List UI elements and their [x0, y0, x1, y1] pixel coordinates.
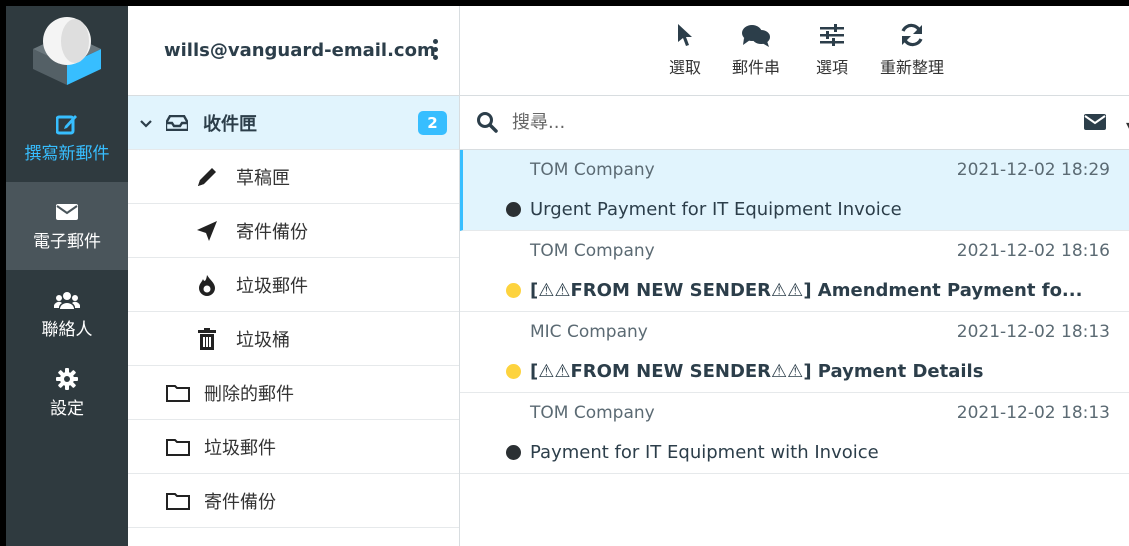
- folder-drafts[interactable]: 草稿匣: [128, 150, 459, 204]
- folder-icon: [166, 438, 190, 456]
- fire-icon: [198, 274, 216, 296]
- options-button[interactable]: 選項: [816, 22, 848, 78]
- users-icon: [54, 289, 80, 311]
- folder-sent[interactable]: 寄件備份: [128, 204, 459, 258]
- account-header: wills@vanguard-email.com: [128, 6, 459, 96]
- message-date: 2021-12-02 18:29: [956, 160, 1110, 180]
- read-status-icon[interactable]: [506, 202, 521, 217]
- folder-label: 收件匣: [203, 113, 257, 135]
- message-date: 2021-12-02 18:16: [956, 241, 1110, 261]
- message-subject: [⚠⚠FROM NEW SENDER⚠⚠] Payment Details: [530, 361, 984, 382]
- unread-status-icon[interactable]: [506, 283, 521, 298]
- folder-label: 草稿匣: [236, 167, 290, 189]
- account-menu-icon[interactable]: [433, 39, 438, 60]
- account-email: wills@vanguard-email.com: [164, 40, 436, 61]
- folder-junk-email[interactable]: 垃圾郵件: [128, 420, 459, 474]
- folder-label: 垃圾郵件: [204, 437, 276, 459]
- message-sender: TOM Company: [530, 403, 655, 423]
- contacts-label: 聯絡人: [41, 319, 93, 340]
- message-subject: Payment for IT Equipment with Invoice: [530, 442, 879, 463]
- select-button[interactable]: 選取: [669, 22, 701, 78]
- search-bar: ▾: [460, 96, 1129, 150]
- message-subject: Urgent Payment for IT Equipment Invoice: [530, 199, 902, 220]
- paper-plane-icon: [196, 220, 218, 242]
- folder-trash[interactable]: 垃圾桶: [128, 312, 459, 366]
- folder-label: 垃圾桶: [236, 329, 290, 351]
- message-date: 2021-12-02 18:13: [956, 403, 1110, 423]
- refresh-label: 重新整理: [880, 58, 945, 77]
- select-label: 選取: [669, 58, 702, 77]
- sliders-icon: [820, 22, 844, 48]
- chevron-down-icon[interactable]: [140, 112, 152, 133]
- folder-label: 寄件備份: [204, 491, 276, 513]
- message-date: 2021-12-02 18:13: [956, 322, 1110, 342]
- refresh-icon: [900, 22, 924, 48]
- nav-mail[interactable]: 電子郵件: [6, 182, 128, 270]
- gear-icon: [56, 367, 78, 390]
- compose-label: 撰寫新郵件: [24, 143, 110, 164]
- folder-icon: [166, 384, 190, 402]
- trash-icon: [198, 327, 216, 350]
- compose-button[interactable]: 撰寫新郵件: [6, 94, 128, 182]
- message-row[interactable]: TOM Company 2021-12-02 18:13 Payment for…: [460, 393, 1129, 474]
- roundcube-logo-icon: [33, 17, 101, 85]
- compose-icon: [56, 113, 78, 135]
- message-subject: [⚠⚠FROM NEW SENDER⚠⚠] Amendment Payment …: [530, 280, 1083, 301]
- message-row[interactable]: TOM Company 2021-12-02 18:16 [⚠⚠FROM NEW…: [460, 231, 1129, 312]
- pencil-icon: [196, 166, 218, 188]
- comments-icon: [741, 22, 771, 48]
- folder-label: 垃圾郵件: [236, 275, 308, 297]
- threads-button[interactable]: 郵件串: [732, 22, 780, 78]
- folder-sent-items[interactable]: 寄件備份: [128, 474, 459, 528]
- folder-list-pane: wills@vanguard-email.com 收件匣 2 草稿匣 寄件備份: [128, 6, 460, 546]
- message-row[interactable]: MIC Company 2021-12-02 18:13 [⚠⚠FROM NEW…: [460, 312, 1129, 393]
- options-label: 選項: [816, 58, 849, 77]
- threads-label: 郵件串: [732, 58, 781, 77]
- refresh-button[interactable]: 重新整理: [880, 22, 944, 78]
- nav-contacts[interactable]: 聯絡人: [6, 270, 128, 358]
- folder-inbox[interactable]: 收件匣 2: [128, 96, 459, 150]
- folder-junk[interactable]: 垃圾郵件: [128, 258, 459, 312]
- folder-label: 寄件備份: [236, 221, 308, 243]
- message-sender: TOM Company: [530, 241, 655, 261]
- unread-count-badge: 2: [418, 111, 447, 135]
- read-status-icon[interactable]: [506, 445, 521, 460]
- search-icon[interactable]: [476, 111, 498, 137]
- settings-label: 設定: [50, 398, 84, 419]
- folder-label: 刪除的郵件: [204, 383, 294, 405]
- app-navigation: 撰寫新郵件 電子郵件 聯絡人 設定: [6, 6, 128, 546]
- message-list-pane: 選取 郵件串 選項 重新整理 搜尋... TOM Company 2021-12…: [460, 6, 1129, 546]
- mail-label: 電子郵件: [33, 231, 101, 252]
- unread-status-icon[interactable]: [506, 364, 521, 379]
- message-row[interactable]: TOM Company 2021-12-02 18:29 Urgent Paym…: [460, 150, 1129, 231]
- nav-settings[interactable]: 設定: [6, 358, 128, 428]
- folder-icon: [166, 492, 190, 510]
- inbox-icon: [166, 114, 188, 131]
- search-input[interactable]: [512, 108, 1012, 136]
- cursor-icon: [677, 22, 693, 48]
- folder-deleted-items[interactable]: 刪除的郵件: [128, 366, 459, 420]
- message-sender: TOM Company: [530, 160, 655, 180]
- toolbar: 選取 郵件串 選項 重新整理: [460, 6, 1129, 96]
- logo[interactable]: [6, 6, 128, 94]
- envelope-icon[interactable]: [1084, 114, 1106, 134]
- envelope-icon: [56, 201, 78, 223]
- message-sender: MIC Company: [530, 322, 648, 342]
